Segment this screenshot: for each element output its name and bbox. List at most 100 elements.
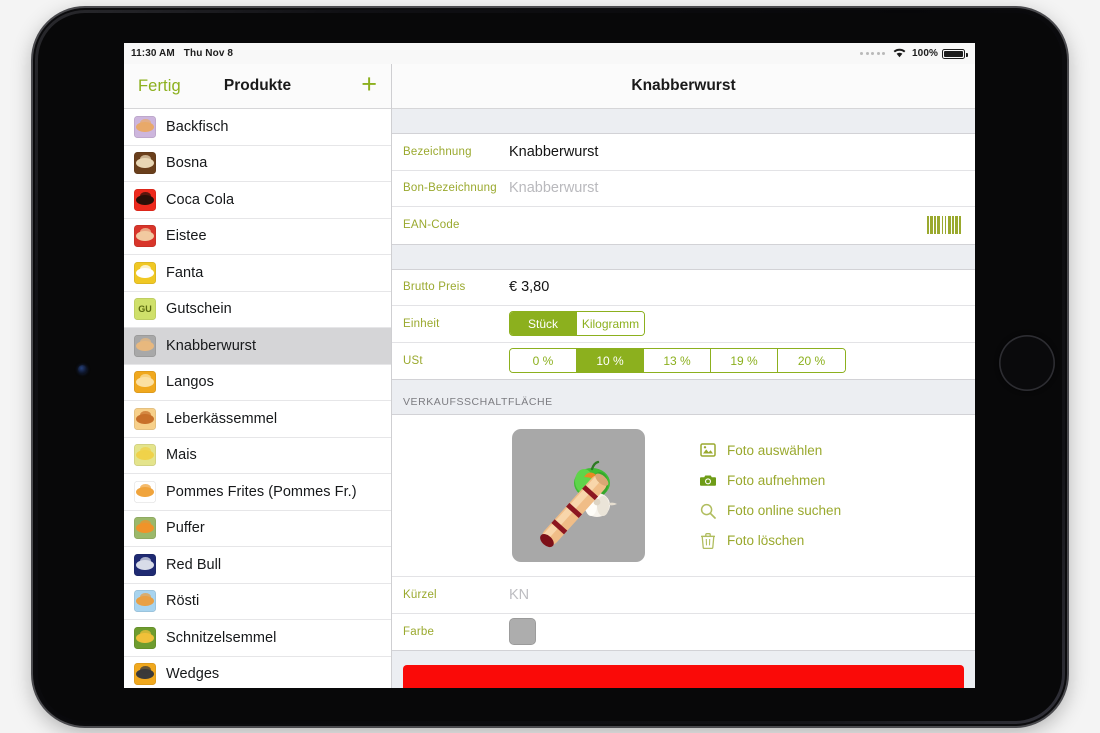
- photo-action-photo-library[interactable]: Foto auswählen: [700, 437, 841, 463]
- segment-option[interactable]: 19 %: [711, 349, 778, 373]
- bezeichnung-input[interactable]: Knabberwurst: [509, 144, 598, 160]
- einheit-label: Einheit: [403, 317, 440, 330]
- row-bezeichnung[interactable]: Bezeichnung Knabberwurst: [392, 134, 975, 171]
- einheit-segmented-control[interactable]: Stück Kilogramm: [509, 311, 645, 337]
- row-kuerzel[interactable]: Kürzel KN: [392, 577, 975, 614]
- product-list-item[interactable]: Fanta: [124, 255, 391, 292]
- camera-icon: [700, 472, 716, 488]
- product-list-item[interactable]: Langos: [124, 364, 391, 401]
- bon-bezeichnung-input[interactable]: Knabberwurst: [509, 180, 598, 196]
- photo-section-header: VERKAUFSSCHALTFLÄCHE: [392, 380, 975, 414]
- product-icon-eistee: [134, 225, 156, 248]
- product-icon-gutschein: GU: [134, 298, 156, 321]
- product-icon-red-bull: [134, 553, 156, 576]
- product-list-item[interactable]: Eistee: [124, 218, 391, 255]
- product-photo[interactable]: [512, 429, 645, 562]
- product-list-item[interactable]: GU Gutschein: [124, 291, 391, 328]
- product-icon-roesti: [134, 590, 156, 613]
- product-list-item-label: Knabberwurst: [166, 337, 257, 354]
- front-camera-icon: [78, 365, 87, 374]
- photo-action-label: Foto löschen: [727, 533, 805, 549]
- product-sidebar: Fertig Produkte + Backfisch Bosna Coca Col…: [124, 64, 392, 688]
- photo-action-search[interactable]: Foto online suchen: [700, 498, 841, 524]
- product-list-item-label: Schnitzelsemmel: [166, 629, 277, 646]
- ust-label: USt: [403, 354, 423, 367]
- product-list-item[interactable]: Pommes Frites (Pommes Fr.): [124, 474, 391, 511]
- product-icon-bosna: [134, 152, 156, 175]
- product-list-item[interactable]: Red Bull: [124, 547, 391, 584]
- product-list-item[interactable]: Schnitzelsemmel: [124, 620, 391, 657]
- photo-action-label: Foto aufnehmen: [727, 472, 826, 488]
- battery-percent: 100%: [912, 48, 938, 59]
- product-icon-knabberwurst: [134, 334, 156, 357]
- ust-segmented-control[interactable]: 0 % 10 % 13 % 19 % 20 %: [509, 348, 846, 374]
- photo-action-list[interactable]: Foto auswählen Foto aufnehmen Foto online …: [700, 429, 841, 562]
- product-list-item[interactable]: Knabberwurst: [124, 328, 391, 365]
- home-button[interactable]: [999, 335, 1055, 391]
- segment-option[interactable]: 10 %: [577, 349, 644, 373]
- segment-option[interactable]: 20 %: [778, 349, 845, 373]
- segment-option[interactable]: Kilogramm: [577, 312, 644, 336]
- row-einheit: Einheit Stück Kilogramm: [392, 306, 975, 343]
- color-swatch[interactable]: [509, 618, 536, 646]
- photo-action-label: Foto online suchen: [727, 503, 842, 519]
- photo-action-trash[interactable]: Foto löschen: [700, 528, 841, 554]
- kuerzel-input[interactable]: KN: [509, 587, 529, 603]
- product-list-item[interactable]: Wedges: [124, 656, 391, 688]
- barcode-icon[interactable]: [926, 216, 961, 235]
- detail-form: Bezeichnung Knabberwurst Bon-Bezeichnung…: [392, 109, 975, 688]
- product-icon-coca-cola: [134, 188, 156, 211]
- brutto-preis-input[interactable]: € 3,80: [509, 279, 549, 295]
- product-detail-panel: Knabberwurst Bezeichnung Knabberwurst Bo…: [392, 64, 975, 688]
- photo-action-camera[interactable]: Foto aufnehmen: [700, 467, 841, 493]
- product-list-item-label: Bosna: [166, 155, 208, 172]
- product-list-item-label: Fanta: [166, 264, 204, 281]
- product-list-item[interactable]: Mais: [124, 437, 391, 474]
- product-icon-puffer: [134, 517, 156, 540]
- segment-option[interactable]: 0 %: [510, 349, 577, 373]
- bezeichnung-label: Bezeichnung: [403, 145, 472, 158]
- photo-action-label: Foto auswählen: [727, 442, 823, 458]
- row-ean-code[interactable]: EAN-Code: [392, 207, 975, 244]
- battery-full-icon: [942, 48, 968, 59]
- product-icon-langos: [134, 371, 156, 394]
- product-list-item-label: Coca Cola: [166, 191, 235, 208]
- row-bon-bezeichnung[interactable]: Bon-Bezeichnung Knabberwurst: [392, 170, 975, 207]
- product-list[interactable]: Backfisch Bosna Coca Cola Eistee Fanta GU Guts…: [124, 109, 391, 688]
- product-list-item-label: Leberkässemmel: [166, 410, 278, 427]
- segment-option[interactable]: 13 %: [644, 349, 711, 373]
- status-date: Thu Nov 8: [183, 48, 234, 59]
- wifi-icon: [892, 47, 907, 61]
- row-brutto-preis[interactable]: Brutto Preis € 3,80: [392, 269, 975, 306]
- product-list-item-label: Eistee: [166, 228, 207, 245]
- product-list-item[interactable]: Backfisch: [124, 109, 391, 146]
- segment-option[interactable]: Stück: [510, 312, 577, 336]
- product-list-item[interactable]: Leberkässemmel: [124, 401, 391, 438]
- product-list-item[interactable]: Bosna: [124, 145, 391, 182]
- delete-product-button[interactable]: [403, 665, 964, 688]
- ipad-device-frame: 11:30 AM Thu Nov 8 100% Fertig Produkte …: [33, 8, 1067, 726]
- product-list-item[interactable]: Coca Cola: [124, 182, 391, 219]
- carrier-signal-icon: [860, 52, 886, 55]
- appearance-group: Foto auswählen Foto aufnehmen Foto online …: [392, 414, 975, 651]
- product-list-item[interactable]: Puffer: [124, 510, 391, 547]
- add-product-button[interactable]: +: [361, 70, 377, 102]
- ipad-screen: 11:30 AM Thu Nov 8 100% Fertig Produkte …: [124, 43, 975, 688]
- kuerzel-label: Kürzel: [403, 588, 437, 601]
- row-ust: USt 0 % 10 % 13 % 19 % 20 %: [392, 342, 975, 379]
- status-time: 11:30 AM: [131, 48, 175, 59]
- product-list-item-label: Gutschein: [166, 301, 232, 318]
- photo-library-icon: [700, 442, 716, 458]
- product-icon-wedges: [134, 663, 156, 686]
- section-gap-price: [392, 244, 975, 269]
- row-farbe[interactable]: Farbe: [392, 613, 975, 650]
- delete-section: [392, 651, 975, 688]
- product-list-item-label: Langos: [166, 374, 214, 391]
- product-list-item-label: Rösti: [166, 593, 200, 610]
- section-gap-top: [392, 109, 975, 133]
- product-icon-mais: [134, 444, 156, 467]
- product-list-item-label: Pommes Frites (Pommes Fr.): [166, 483, 357, 500]
- product-list-item[interactable]: Rösti: [124, 583, 391, 620]
- sausage-illustration: [540, 460, 617, 548]
- done-button[interactable]: Fertig: [138, 77, 181, 96]
